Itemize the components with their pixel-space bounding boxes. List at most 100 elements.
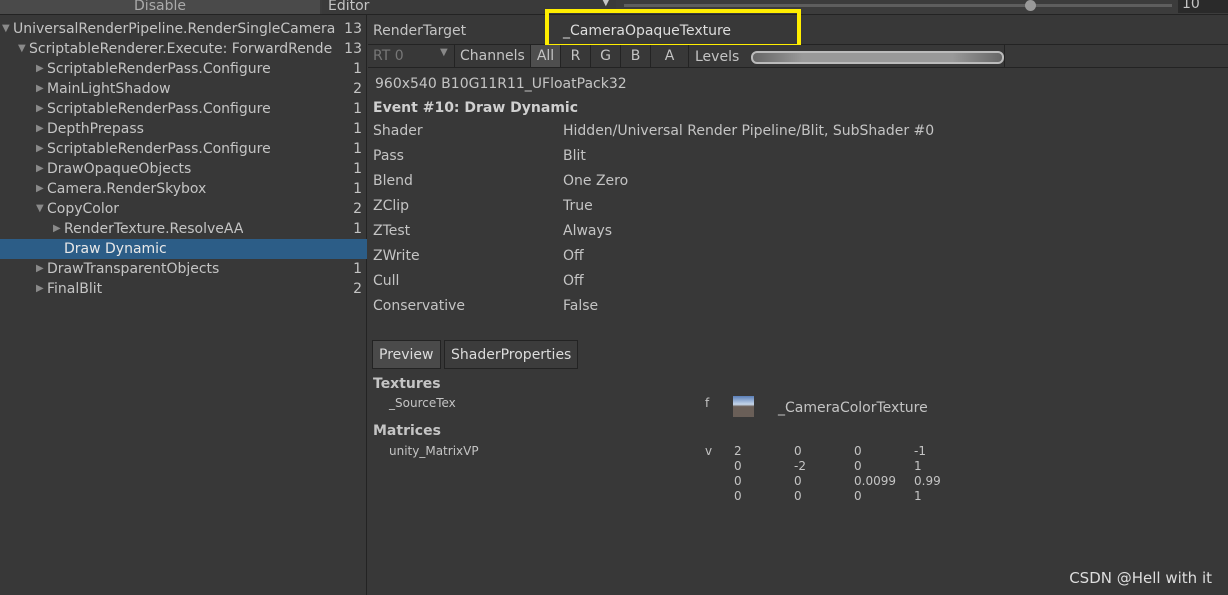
tree-item-label: CopyColor: [47, 201, 120, 217]
matrix-cell: 0: [854, 444, 862, 458]
event-slider[interactable]: [624, 4, 1172, 7]
tree-item-count: 2: [353, 81, 362, 97]
matrix-cell: 2: [734, 444, 742, 458]
tree-item-count: 13: [344, 41, 362, 57]
tree-item[interactable]: ▶ ScriptableRenderPass.Configure 1: [0, 59, 367, 79]
property-label: ZTest: [373, 223, 411, 239]
texture-type: f: [705, 396, 710, 410]
texture-format: 960x540 B10G11R11_UFloatPack32: [375, 76, 627, 92]
tree-item[interactable]: ▶ DrawOpaqueObjects 1: [0, 159, 367, 179]
slider-handle[interactable]: [1025, 0, 1036, 11]
tree-item[interactable]: ▶ FinalBlit 2: [0, 279, 367, 299]
tab-shader-properties[interactable]: ShaderProperties: [444, 340, 579, 369]
collapsed-arrow-icon[interactable]: ▶: [36, 99, 44, 119]
matrix-cell: 0: [794, 474, 802, 488]
tree-item-count: 1: [353, 121, 362, 137]
tree-item-label: Camera.RenderSkybox: [47, 181, 207, 197]
tree-item-label: ScriptableRenderer.Execute: ForwardRende: [29, 41, 333, 57]
tree-item[interactable]: Draw Dynamic: [0, 239, 367, 259]
property-value: Blit: [563, 148, 586, 164]
tree-item-count: 1: [353, 141, 362, 157]
channels-label: Channels: [454, 45, 525, 67]
expanded-arrow-icon[interactable]: ▼: [36, 199, 44, 219]
chevron-down-icon: ▼: [440, 47, 448, 58]
matrices-heading: Matrices: [373, 423, 441, 439]
property-label: ZClip: [373, 198, 410, 214]
tree-item-label: FinalBlit: [47, 281, 103, 297]
slider-value-field[interactable]: 10: [1178, 0, 1228, 13]
disable-button[interactable]: Disable: [0, 0, 320, 14]
tree-item[interactable]: ▶ MainLightShadow 2: [0, 79, 367, 99]
property-label: Cull: [373, 273, 400, 289]
event-title: Event #10: Draw Dynamic: [373, 100, 579, 116]
collapsed-arrow-icon[interactable]: ▶: [36, 159, 44, 179]
event-tree: ▼ UniversalRenderPipeline.RenderSingleCam…: [0, 15, 367, 595]
tree-item-count: 1: [353, 61, 362, 77]
tree-item[interactable]: ▼ CopyColor 2: [0, 199, 367, 219]
matrix-cell: 1: [914, 489, 922, 503]
tree-item[interactable]: ▶ RenderTexture.ResolveAA 1: [0, 219, 367, 239]
collapsed-arrow-icon[interactable]: ▶: [36, 59, 44, 79]
texture-value: _CameraColorTexture: [778, 400, 928, 416]
texture-name: _SourceTex: [389, 396, 456, 410]
levels-slider[interactable]: [751, 51, 1004, 64]
tab-preview[interactable]: Preview: [372, 340, 441, 369]
channels-row: RT 0 ▼ Channels All R G B A Levels: [368, 45, 1228, 68]
matrix-cell: 0: [854, 489, 862, 503]
property-label: Blend: [373, 173, 413, 189]
tree-item-label: Draw Dynamic: [64, 241, 167, 257]
collapsed-arrow-icon[interactable]: ▶: [53, 219, 61, 239]
tree-item[interactable]: ▶ DepthPrepass 1: [0, 119, 367, 139]
expanded-arrow-icon[interactable]: ▼: [18, 39, 26, 59]
property-value: One Zero: [563, 173, 629, 189]
levels-label: Levels: [688, 45, 739, 67]
property-label: Conservative: [373, 298, 466, 314]
collapsed-arrow-icon[interactable]: ▶: [36, 139, 44, 159]
textures-heading: Textures: [373, 376, 441, 392]
matrix-cell: 0: [854, 459, 862, 473]
channel-button-a[interactable]: A: [650, 45, 688, 67]
channel-button-all[interactable]: All: [530, 45, 560, 67]
collapsed-arrow-icon[interactable]: ▶: [36, 79, 44, 99]
chevron-down-icon: ▼: [602, 0, 610, 8]
matrix-cell: -1: [914, 444, 926, 458]
collapsed-arrow-icon[interactable]: ▶: [36, 119, 44, 139]
tree-item[interactable]: ▶ ScriptableRenderPass.Configure 1: [0, 139, 367, 159]
tree-item-label: DrawOpaqueObjects: [47, 161, 192, 177]
property-value: True: [563, 198, 593, 214]
watermark: CSDN @Hell with it: [1069, 569, 1212, 587]
tree-item-label: ScriptableRenderPass.Configure: [47, 101, 271, 117]
matrix-name: unity_MatrixVP: [389, 444, 479, 458]
property-value: Off: [563, 248, 584, 264]
expanded-arrow-icon[interactable]: ▼: [2, 19, 10, 39]
tree-item-label: UniversalRenderPipeline.RenderSingleCame…: [13, 21, 336, 37]
texture-thumbnail: [733, 396, 754, 417]
channel-button-g[interactable]: G: [590, 45, 620, 67]
tree-item-label: ScriptableRenderPass.Configure: [47, 61, 271, 77]
tree-item-label: DrawTransparentObjects: [47, 261, 220, 277]
tree-item-count: 1: [353, 221, 362, 237]
collapsed-arrow-icon[interactable]: ▶: [36, 259, 44, 279]
collapsed-arrow-icon[interactable]: ▶: [36, 279, 44, 299]
rt-dropdown[interactable]: RT 0: [373, 48, 404, 64]
matrix-cell: 0: [794, 489, 802, 503]
render-target-label: RenderTarget: [373, 23, 467, 39]
matrix-cell: -2: [794, 459, 806, 473]
tree-item[interactable]: ▶ DrawTransparentObjects 1: [0, 259, 367, 279]
matrix-cell: 0: [794, 444, 802, 458]
matrix-cell: 0: [734, 474, 742, 488]
matrix-cell: 0.0099: [854, 474, 896, 488]
collapsed-arrow-icon[interactable]: ▶: [36, 179, 44, 199]
tree-item-count: 1: [353, 101, 362, 117]
property-value: Off: [563, 273, 584, 289]
tree-item[interactable]: ▶ ScriptableRenderPass.Configure 1: [0, 99, 367, 119]
tree-item-label: MainLightShadow: [47, 81, 171, 97]
tree-item[interactable]: ▼ ScriptableRenderer.Execute: ForwardRend…: [0, 39, 367, 59]
channel-button-r[interactable]: R: [560, 45, 590, 67]
tree-item-label: RenderTexture.ResolveAA: [64, 221, 244, 237]
channel-button-b[interactable]: B: [620, 45, 650, 67]
property-label: ZWrite: [373, 248, 420, 264]
tree-item-count: 13: [344, 21, 362, 37]
tree-item[interactable]: ▶ Camera.RenderSkybox 1: [0, 179, 367, 199]
tree-item[interactable]: ▼ UniversalRenderPipeline.RenderSingleCam…: [0, 19, 367, 39]
